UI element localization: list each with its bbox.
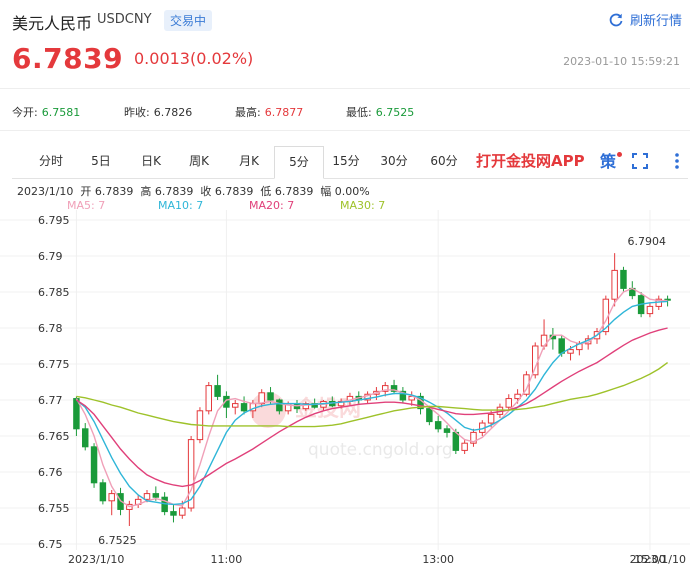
candle-body <box>99 482 107 502</box>
more-vertical-icon[interactable] <box>672 151 682 171</box>
y-axis: 6.795 6.79 6.785 6.78 6.775 6.77 6.765 6.76 6.75… <box>38 214 70 551</box>
y-tick-label: 6.755 <box>38 502 70 515</box>
x-tick-label: 2023/1/10 <box>630 553 686 566</box>
candle-body <box>620 269 627 289</box>
tab-period[interactable]: 周K <box>174 146 224 177</box>
candle-body <box>170 511 177 516</box>
refresh-button[interactable]: 刷新行情 <box>608 10 682 29</box>
x-axis: 2023/1/10 11:00 13:00 15:002023/1/10 <box>68 553 686 566</box>
stat-prev-label: 昨收: <box>124 106 150 119</box>
ma-lines <box>75 287 669 508</box>
candle-body <box>434 421 442 430</box>
candle-body <box>232 403 239 408</box>
tab-period[interactable]: 5日 <box>76 146 126 177</box>
tab-period[interactable]: 月K <box>224 146 274 177</box>
refresh-label: 刷新行情 <box>629 14 682 29</box>
stat-high-label: 最高: <box>235 106 261 119</box>
stat-low-value: 6.7525 <box>375 106 415 119</box>
refresh-icon <box>609 13 623 26</box>
y-tick-label: 6.75 <box>38 538 63 551</box>
candle-body <box>108 493 115 502</box>
candles <box>73 253 671 526</box>
candle-body <box>82 428 89 448</box>
tab-period[interactable]: 分时 <box>26 146 76 177</box>
quote-datetime: 2023-01-10 15:59:21 <box>563 55 680 68</box>
stat-low-label: 最低: <box>346 106 372 119</box>
y-tick-label: 6.77 <box>38 394 63 407</box>
price-annotation: 6.7525 <box>98 534 137 547</box>
candle-body <box>461 442 468 451</box>
stat-high: 最高: 6.7877 <box>235 104 303 120</box>
notification-dot <box>617 152 622 157</box>
candle-body <box>90 446 98 484</box>
candle-body <box>205 385 213 412</box>
tab-period[interactable]: 30分 <box>370 146 418 177</box>
instrument-code: USDCNY <box>97 12 152 27</box>
divider <box>0 88 690 89</box>
candle-body <box>426 408 433 423</box>
price-annotation: 6.7904 <box>628 235 667 248</box>
fullscreen-icon[interactable] <box>631 152 649 170</box>
candle-body <box>179 507 186 516</box>
candle-body <box>505 398 513 408</box>
instrument-title: 美元人民币 <box>12 14 93 33</box>
trading-status-badge: 交易中 <box>164 10 213 31</box>
tab-period[interactable]: 日K <box>126 146 176 177</box>
x-tick-label: 13:00 <box>422 553 454 566</box>
y-tick-label: 6.765 <box>38 430 70 443</box>
open-app-link[interactable]: 打开金投网APP <box>476 146 585 177</box>
y-tick-label: 6.795 <box>38 214 70 227</box>
stat-open-value: 6.7581 <box>41 106 81 119</box>
candle-body <box>452 431 460 451</box>
candle-body <box>143 493 151 500</box>
strategy-button[interactable]: 策 <box>600 146 616 177</box>
watermark-url: quote.cngold.org <box>308 440 453 460</box>
tab-period-active[interactable]: 5分 <box>274 146 324 179</box>
y-tick-label: 6.775 <box>38 358 70 371</box>
stat-prev-close: 昨收: 6.7826 <box>124 104 192 120</box>
tab-period[interactable]: 15分 <box>324 146 368 177</box>
candle-body <box>567 349 574 354</box>
y-tick-label: 6.785 <box>38 286 70 299</box>
y-tick-label: 6.79 <box>38 250 63 263</box>
ohlc-info-line: 2023/1/10 开 6.7839 高 6.7839 收 6.7839 低 6… <box>17 185 370 198</box>
stat-prev-value: 6.7826 <box>153 106 193 119</box>
price-change: 0.0013(0.02%) <box>134 49 254 68</box>
x-tick-label: 2023/1/10 <box>68 553 124 566</box>
candle-body <box>558 338 565 354</box>
stat-low: 最低: 6.7525 <box>346 104 414 120</box>
x-tick-label: 11:00 <box>211 553 243 566</box>
candle-body <box>240 403 248 412</box>
period-toolbar: 分时 5日 日K 周K 月K 5分 15分 30分 60分 打开金投网APP 策 <box>12 146 688 179</box>
candle-body <box>487 413 495 424</box>
tab-period[interactable]: 60分 <box>420 146 468 177</box>
candlestick-chart[interactable]: 金投网 quote.cngold.org 6.7956.796.7856.786… <box>0 210 690 570</box>
current-price: 6.7839 <box>12 42 124 75</box>
candle-body <box>267 392 274 401</box>
y-tick-label: 6.78 <box>38 322 63 335</box>
candle-body <box>276 399 283 412</box>
candle-body <box>611 269 618 300</box>
y-tick-label: 6.76 <box>38 466 63 479</box>
stat-high-value: 6.7877 <box>264 106 304 119</box>
candle-body <box>152 493 160 498</box>
candle-body <box>443 428 451 433</box>
candle-body <box>214 385 221 397</box>
stat-open-label: 今开: <box>12 106 38 119</box>
stat-open: 今开: 6.7581 <box>12 104 80 120</box>
candle-body <box>646 305 654 315</box>
divider <box>0 130 690 131</box>
